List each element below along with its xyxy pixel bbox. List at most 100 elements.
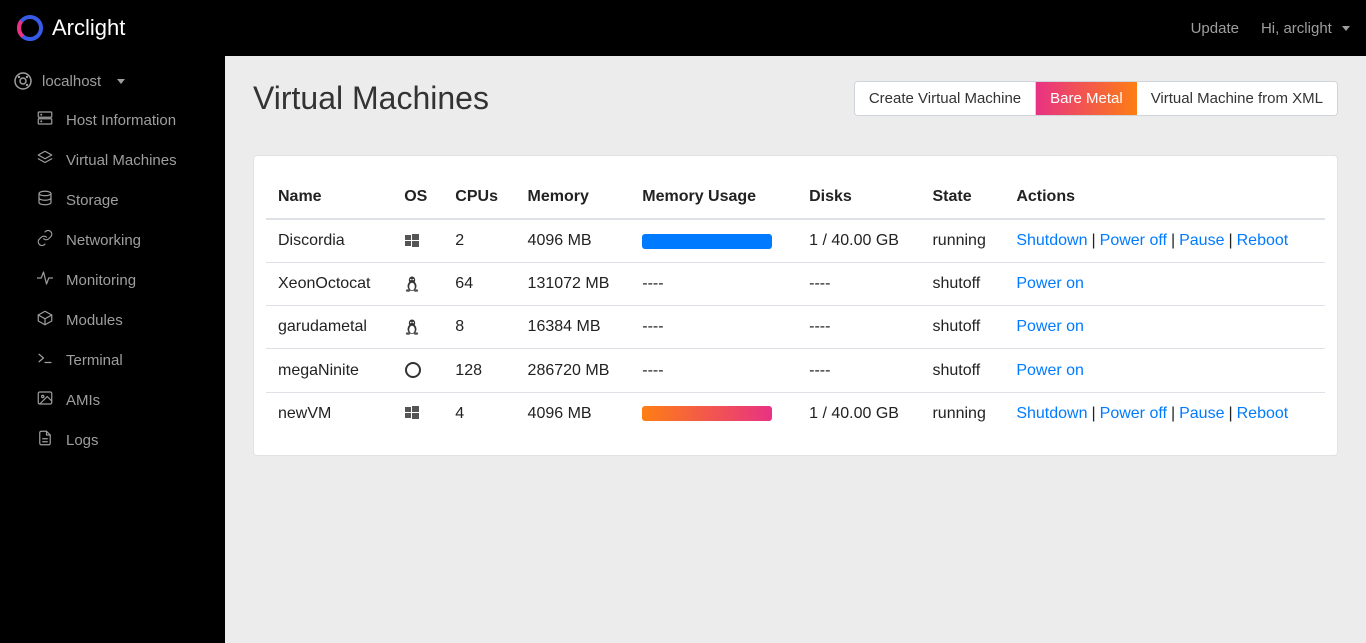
package-icon <box>36 309 54 331</box>
cell-mem-usage: ---- <box>630 349 797 392</box>
activity-icon <box>36 269 54 291</box>
host-label: localhost <box>42 73 101 90</box>
cell-memory: 4096 MB <box>516 392 631 435</box>
host-selector[interactable]: localhost <box>0 66 225 100</box>
action-power-off[interactable]: Power off <box>1100 405 1167 422</box>
memory-usage-text: ---- <box>642 362 663 379</box>
brand-text: Arclight <box>52 15 125 41</box>
action-shutdown[interactable]: Shutdown <box>1016 405 1087 422</box>
sidebar-item-host-information[interactable]: Host Information <box>0 100 225 140</box>
linux-icon <box>404 318 420 335</box>
sidebar-item-label: AMIs <box>66 392 100 409</box>
sidebar-item-label: Networking <box>66 232 141 249</box>
action-power-on[interactable]: Power on <box>1016 275 1084 292</box>
table-row: newVM 4 4096 MB 1 / 40.00 GB running Shu… <box>266 392 1325 435</box>
memory-usage-text: ---- <box>642 275 663 292</box>
bare-metal-button[interactable]: Bare Metal <box>1036 82 1137 115</box>
cell-name: Discordia <box>266 219 392 263</box>
sidebar-item-virtual-machines[interactable]: Virtual Machines <box>0 140 225 180</box>
cell-os <box>392 219 443 263</box>
sidebar-item-label: Modules <box>66 312 123 329</box>
sidebar-item-label: Storage <box>66 192 119 209</box>
cell-disks: ---- <box>797 263 920 306</box>
action-shutdown[interactable]: Shutdown <box>1016 232 1087 249</box>
cell-memory: 4096 MB <box>516 219 631 263</box>
cell-actions: Power on <box>1004 349 1325 392</box>
cell-cpus: 128 <box>443 349 515 392</box>
vm-from-xml-button[interactable]: Virtual Machine from XML <box>1137 82 1337 115</box>
cell-disks: 1 / 40.00 GB <box>797 392 920 435</box>
main-content: Virtual Machines Create Virtual Machine … <box>225 56 1366 643</box>
action-power-on[interactable]: Power on <box>1016 318 1084 335</box>
col-os: OS <box>392 176 443 219</box>
sidebar-item-monitoring[interactable]: Monitoring <box>0 260 225 300</box>
windows-icon <box>404 232 420 249</box>
button-group: Create Virtual Machine Bare Metal Virtua… <box>854 81 1338 116</box>
memory-usage-bar <box>642 234 772 249</box>
sidebar-item-logs[interactable]: Logs <box>0 420 225 460</box>
link-icon <box>36 229 54 251</box>
cell-name: newVM <box>266 392 392 435</box>
col-disks: Disks <box>797 176 920 219</box>
user-menu[interactable]: Hi, arclight <box>1261 20 1350 37</box>
cell-actions: Power on <box>1004 306 1325 349</box>
cell-state: shutoff <box>920 349 1004 392</box>
host-icon <box>14 72 32 90</box>
cell-name: megaNinite <box>266 349 392 392</box>
linux-icon <box>404 275 420 292</box>
chevron-down-icon <box>117 79 125 84</box>
cell-state: running <box>920 392 1004 435</box>
sidebar-item-modules[interactable]: Modules <box>0 300 225 340</box>
cell-name: garudametal <box>266 306 392 349</box>
page-title: Virtual Machines <box>253 80 489 117</box>
database-icon <box>36 189 54 211</box>
file-icon <box>36 429 54 451</box>
cell-state: running <box>920 219 1004 263</box>
col-cpus: CPUs <box>443 176 515 219</box>
table-row: megaNinite 128 286720 MB ---- ---- shuto… <box>266 349 1325 392</box>
sidebar-item-networking[interactable]: Networking <box>0 220 225 260</box>
col-mem-usage: Memory Usage <box>630 176 797 219</box>
terminal-icon <box>36 349 54 371</box>
action-power-on[interactable]: Power on <box>1016 362 1084 379</box>
cell-disks: ---- <box>797 349 920 392</box>
action-pause[interactable]: Pause <box>1179 232 1224 249</box>
brand[interactable]: Arclight <box>16 14 125 42</box>
cell-memory: 286720 MB <box>516 349 631 392</box>
memory-usage-bar <box>642 406 772 421</box>
action-power-off[interactable]: Power off <box>1100 232 1167 249</box>
action-reboot[interactable]: Reboot <box>1237 232 1289 249</box>
sidebar-item-amis[interactable]: AMIs <box>0 380 225 420</box>
image-icon <box>36 389 54 411</box>
cell-cpus: 2 <box>443 219 515 263</box>
topbar: Arclight Update Hi, arclight <box>0 0 1366 56</box>
layers-icon <box>36 149 54 171</box>
sidebar-item-label: Host Information <box>66 112 176 129</box>
other-icon <box>404 362 422 379</box>
page-header: Virtual Machines Create Virtual Machine … <box>253 80 1338 117</box>
action-pause[interactable]: Pause <box>1179 405 1224 422</box>
col-name: Name <box>266 176 392 219</box>
col-actions: Actions <box>1004 176 1325 219</box>
table-row: garudametal 8 16384 MB ---- ---- shutoff… <box>266 306 1325 349</box>
sidebar-item-storage[interactable]: Storage <box>0 180 225 220</box>
sidebar-item-label: Logs <box>66 432 99 449</box>
cell-os <box>392 306 443 349</box>
windows-icon <box>404 405 420 422</box>
sidebar-item-terminal[interactable]: Terminal <box>0 340 225 380</box>
update-link[interactable]: Update <box>1191 20 1239 37</box>
logo-icon <box>16 14 44 42</box>
cell-os <box>392 349 443 392</box>
sidebar-item-label: Virtual Machines <box>66 152 177 169</box>
cell-state: shutoff <box>920 306 1004 349</box>
cell-actions: Power on <box>1004 263 1325 306</box>
cell-name: XeonOctocat <box>266 263 392 306</box>
vm-table-card: Name OS CPUs Memory Memory Usage Disks S… <box>253 155 1338 456</box>
server-icon <box>36 109 54 131</box>
create-vm-button[interactable]: Create Virtual Machine <box>855 82 1036 115</box>
user-menu-label: Hi, arclight <box>1261 20 1332 37</box>
cell-disks: 1 / 40.00 GB <box>797 219 920 263</box>
sidebar: localhost Host Information Virtual Machin… <box>0 56 225 643</box>
cell-mem-usage: ---- <box>630 263 797 306</box>
action-reboot[interactable]: Reboot <box>1237 405 1289 422</box>
